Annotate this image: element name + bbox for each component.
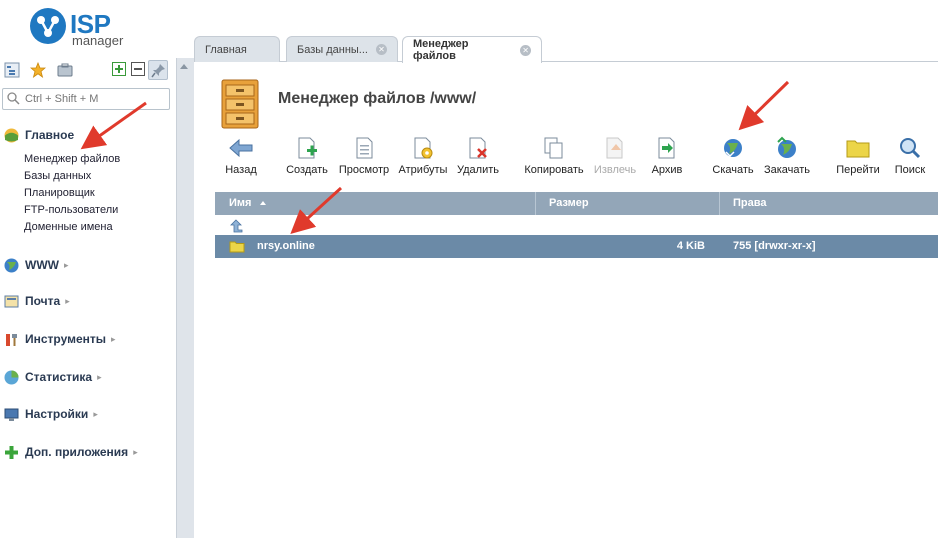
annotation-arrows (80, 80, 790, 235)
annotation-arrow-folder (290, 186, 343, 235)
annotation-arrow-file-manager (80, 101, 147, 150)
annotation-arrow-download (738, 80, 790, 131)
